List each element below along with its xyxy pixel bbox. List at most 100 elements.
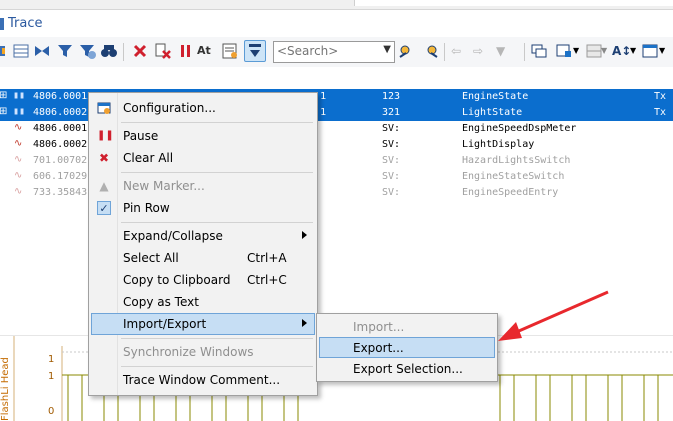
binoculars-icon[interactable]	[100, 42, 118, 60]
submenu-item-export-selection[interactable]: Export Selection...	[319, 358, 495, 379]
id-cell: SV:	[382, 123, 401, 134]
name-cell: EngineState	[462, 91, 529, 102]
menu-item-expand-collapse[interactable]: Expand/Collapse	[91, 225, 315, 247]
submenu-item-label: Import...	[353, 320, 405, 334]
signal-wave-icon: ∿	[14, 170, 23, 181]
message-icon: ▮▮	[13, 90, 26, 101]
clear-x-icon: ✖	[98, 151, 110, 165]
autoscroll-icon[interactable]	[244, 40, 266, 62]
menu-item-synchronize-windows[interactable]: Synchronize Windows	[91, 341, 315, 363]
menu-item-label: Clear All	[123, 151, 174, 165]
name-cell: EngineStateSwitch	[462, 171, 565, 182]
delete-icon[interactable]	[131, 42, 149, 60]
export-layout-icon[interactable]	[555, 42, 573, 60]
delete-filtered-icon[interactable]	[154, 42, 172, 60]
search-input[interactable]	[274, 42, 377, 60]
menu-separator	[121, 122, 313, 123]
menu-separator	[121, 366, 313, 367]
menu-separator	[121, 222, 313, 223]
menu-item-select-all[interactable]: Select All Ctrl+A	[91, 247, 315, 269]
filter-clear-icon[interactable]	[78, 42, 96, 60]
name-cell: EngineSpeedEntry	[462, 187, 559, 198]
jump-marker-icon[interactable]: ▼	[496, 42, 514, 60]
menu-item-copy-clipboard[interactable]: Copy to Clipboard Ctrl+C	[91, 269, 315, 291]
menu-item-trace-comment[interactable]: Trace Window Comment...	[91, 369, 315, 391]
menu-item-pause[interactable]: ❚❚ Pause	[91, 125, 315, 147]
signal-wave-icon: ∿	[14, 122, 23, 133]
expand-icon[interactable]	[33, 42, 51, 60]
window-titlebar: Trace	[0, 10, 673, 37]
id-cell: SV:	[382, 171, 401, 182]
windows-icon[interactable]	[530, 42, 548, 60]
menu-item-label: Select All	[123, 251, 179, 265]
font-size-icon[interactable]: A↕	[612, 42, 631, 60]
submenu-arrow-icon	[302, 319, 307, 327]
menu-separator	[121, 172, 313, 173]
signal-wave-icon: ∿	[14, 154, 23, 165]
time-cell: 701.00702	[33, 155, 88, 166]
top-tab-strip	[0, 0, 673, 10]
annotation-arrow-icon	[498, 290, 609, 341]
menu-item-shortcut: Ctrl+C	[247, 273, 287, 287]
id-cell: SV:	[382, 155, 401, 166]
menu-item-label: Expand/Collapse	[123, 229, 223, 243]
submenu-item-label: Export Selection...	[353, 362, 463, 376]
menu-item-new-marker[interactable]: ▲ New Marker...	[91, 175, 315, 197]
submenu-arrow-icon	[302, 231, 307, 239]
menu-item-import-export[interactable]: Import/Export	[91, 313, 315, 335]
submenu-item-import[interactable]: Import...	[319, 316, 495, 337]
message-icon: ▮▮	[13, 106, 26, 117]
active-tab-area[interactable]	[354, 0, 673, 6]
menu-item-pin-row[interactable]: ✓ Pin Row	[91, 197, 315, 219]
marker-icon: ▲	[99, 179, 109, 193]
signal-wave-icon: ∿	[14, 138, 23, 149]
window-title: Trace	[8, 16, 43, 31]
find-previous-icon[interactable]	[398, 42, 416, 60]
time-cell: 606.17029	[33, 171, 88, 182]
menu-item-label: Copy as Text	[123, 295, 199, 309]
menu-item-label: Import/Export	[123, 317, 207, 331]
pause-icon[interactable]	[177, 42, 195, 60]
menu-item-label: Synchronize Windows	[123, 345, 254, 359]
id-cell: SV:	[382, 187, 401, 198]
menu-item-label: Pause	[123, 129, 159, 143]
toolbar: At ▼ ⇦ ⇨ ▼ ▼ ▼ A↕ ▼ ▼	[0, 37, 673, 68]
columns-icon[interactable]	[12, 42, 30, 60]
id-cell: 123	[382, 91, 401, 102]
window-dropdown-chevron-icon[interactable]: ▼	[659, 42, 673, 60]
menu-item-clear-all[interactable]: ✖ Clear All	[91, 147, 315, 169]
submenu-item-export[interactable]: Export...	[319, 337, 495, 358]
time-cell: 4806.0002	[33, 139, 88, 150]
menu-item-copy-text[interactable]: Copy as Text	[91, 291, 315, 313]
time-toggle-icon[interactable]: At	[197, 42, 215, 60]
signal-wave-icon: ∿	[14, 186, 23, 197]
menu-item-label: Copy to Clipboard	[123, 273, 231, 287]
name-cell: LightDisplay	[462, 139, 535, 150]
find-next-icon[interactable]	[421, 42, 439, 60]
check-icon: ✓	[97, 201, 111, 215]
time-cell: 4806.0001	[33, 123, 88, 134]
id-cell: SV:	[382, 139, 401, 150]
settings-list-icon[interactable]	[221, 42, 239, 60]
menu-item-shortcut: Ctrl+A	[247, 251, 287, 265]
menu-item-configuration[interactable]: Configuration...	[91, 97, 315, 119]
name-cell: HazardLightsSwitch	[462, 155, 571, 166]
name-cell: EngineSpeedDspMeter	[462, 123, 577, 134]
submenu-item-label: Export...	[353, 341, 404, 355]
window-layout-icon[interactable]	[641, 42, 659, 60]
menu-item-label: New Marker...	[123, 179, 205, 193]
back-arrow-icon[interactable]: ⇦	[451, 42, 469, 60]
menu-item-label: Trace Window Comment...	[123, 373, 281, 387]
search-box[interactable]: ▼	[273, 41, 395, 63]
trace-window-icon	[0, 18, 4, 30]
filter-icon[interactable]	[56, 42, 74, 60]
import-export-submenu: Import... Export... Export Selection...	[316, 313, 498, 382]
menu-separator	[121, 338, 313, 339]
search-dropdown-chevron-icon[interactable]: ▼	[383, 44, 391, 55]
expand-plus-icon[interactable]: ⊞	[0, 90, 7, 101]
time-cell: 733.35843	[33, 187, 88, 198]
expand-plus-icon[interactable]: ⊞	[0, 106, 7, 117]
id-cell: 321	[382, 107, 401, 118]
name-cell: LightState	[462, 107, 523, 118]
forward-arrow-icon[interactable]: ⇨	[473, 42, 491, 60]
